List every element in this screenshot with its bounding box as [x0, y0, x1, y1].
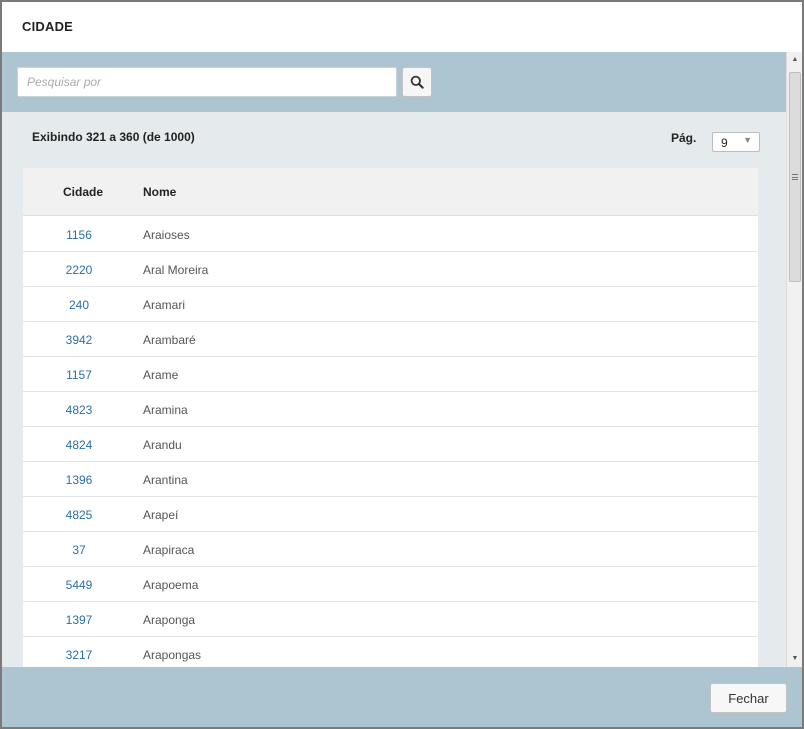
table-row[interactable]: 2220 Aral Moreira	[23, 252, 758, 287]
page-select-value: 9	[721, 136, 728, 150]
city-name: Aramari	[143, 298, 186, 312]
search-icon	[410, 75, 424, 89]
table-header: Cidade Nome	[23, 168, 758, 216]
column-header-cidade[interactable]: Cidade	[23, 185, 143, 199]
city-code-link[interactable]: 2220	[23, 263, 135, 277]
city-name: Arapongas	[143, 648, 202, 662]
city-code-link[interactable]: 1396	[23, 473, 135, 487]
search-button[interactable]	[402, 67, 432, 97]
table-row[interactable]: 4823 Aramina	[23, 392, 758, 427]
city-name: Aral Moreira	[143, 263, 209, 277]
scroll-down-icon[interactable]: ▼	[787, 653, 802, 665]
table-row[interactable]: 3942 Arambaré	[23, 322, 758, 357]
vertical-scrollbar[interactable]: ▲ ▼	[786, 52, 802, 667]
city-code-link[interactable]: 37	[23, 543, 135, 557]
column-header-nome[interactable]: Nome	[143, 185, 176, 199]
table-row[interactable]: 3217 Arapongas	[23, 637, 758, 667]
city-name: Arantina	[143, 473, 188, 487]
table-row[interactable]: 4824 Arandu	[23, 427, 758, 462]
city-name: Arapoema	[143, 578, 199, 592]
city-name: Araioses	[143, 228, 190, 242]
city-code-link[interactable]: 240	[23, 298, 135, 312]
results-area: Exibindo 321 a 360 (de 1000) Pág. 9 ▼ Ci…	[2, 112, 786, 667]
page-label: Pág.	[671, 131, 697, 145]
city-code-link[interactable]: 1397	[23, 613, 135, 627]
table-row[interactable]: 1397 Araponga	[23, 602, 758, 637]
scrollbar-thumb[interactable]	[789, 72, 801, 282]
city-name: Arapiraca	[143, 543, 195, 557]
table-row[interactable]: 240 Aramari	[23, 287, 758, 322]
table-row[interactable]: 1396 Arantina	[23, 462, 758, 497]
caret-down-icon: ▼	[743, 135, 752, 145]
table-row[interactable]: 1156 Araioses	[23, 217, 758, 252]
city-name: Araponga	[143, 613, 196, 627]
search-bar	[2, 52, 786, 112]
table-row[interactable]: 37 Arapiraca	[23, 532, 758, 567]
dialog-footer: Fechar	[2, 667, 802, 727]
city-code-link[interactable]: 4825	[23, 508, 135, 522]
close-button[interactable]: Fechar	[710, 683, 787, 713]
city-code-link[interactable]: 4824	[23, 438, 135, 452]
scroll-up-icon[interactable]: ▲	[787, 54, 802, 66]
results-count: Exibindo 321 a 360 (de 1000)	[32, 130, 195, 144]
city-name: Arandu	[143, 438, 182, 452]
city-name: Aramina	[143, 403, 188, 417]
dialog-title: CIDADE	[22, 19, 74, 34]
city-code-link[interactable]: 4823	[23, 403, 135, 417]
page-select[interactable]: 9 ▼	[712, 132, 760, 152]
table-body: 1156 Araioses 2220 Aral Moreira 240 Aramari 39…	[23, 217, 758, 667]
city-code-link[interactable]: 5449	[23, 578, 135, 592]
grip-icon	[792, 174, 798, 180]
dialog-header: CIDADE	[2, 2, 802, 52]
search-input[interactable]	[17, 67, 397, 97]
results-table: Cidade Nome 1156 Araioses 2220 Aral Moreira…	[23, 168, 758, 667]
city-code-link[interactable]: 3217	[23, 648, 135, 662]
city-name: Arame	[143, 368, 179, 382]
city-code-link[interactable]: 3942	[23, 333, 135, 347]
table-row[interactable]: 4825 Arapeí	[23, 497, 758, 532]
table-row[interactable]: 5449 Arapoema	[23, 567, 758, 602]
city-name: Arapeí	[143, 508, 179, 522]
table-row[interactable]: 1157 Arame	[23, 357, 758, 392]
city-code-link[interactable]: 1157	[23, 368, 135, 382]
city-lookup-dialog: CIDADE Exibindo 321 a 360 (de 1000) Pág.…	[0, 0, 804, 729]
city-code-link[interactable]: 1156	[23, 228, 135, 242]
city-name: Arambaré	[143, 333, 196, 347]
